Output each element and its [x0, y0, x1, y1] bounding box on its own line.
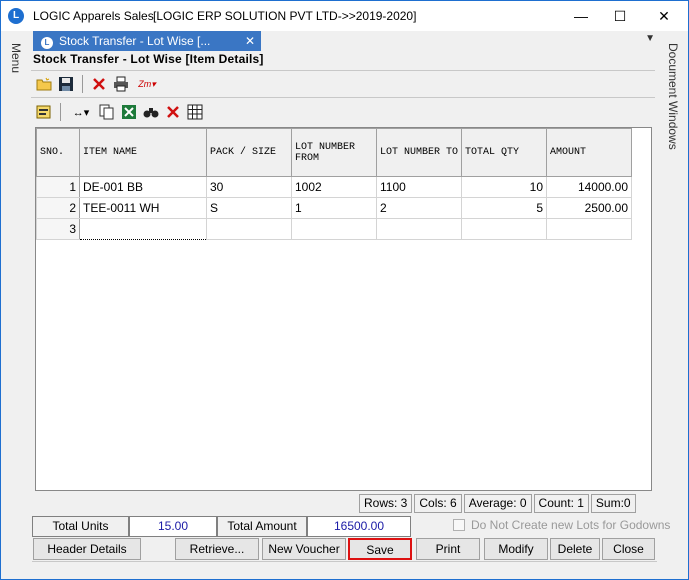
- document-windows-rail[interactable]: Document Windows: [660, 31, 688, 579]
- grid-layout-icon[interactable]: [186, 103, 204, 121]
- toolbar-separator: [60, 103, 61, 121]
- save-button[interactable]: Save: [348, 538, 412, 560]
- table-row[interactable]: 1 DE-001 BB 30 1002 1100 10 14000.00: [36, 176, 632, 198]
- cell-lot-from[interactable]: 1: [291, 197, 377, 219]
- tab-dropdown-icon[interactable]: ▼: [645, 33, 655, 44]
- column-header-total-qty[interactable]: TOTAL QTY: [461, 128, 547, 177]
- total-amount-label: Total Amount: [217, 516, 307, 537]
- company-subtitle: [LOGIC ERP SOLUTION PVT LTD->>2019-2020]: [153, 9, 417, 23]
- column-header-amount[interactable]: AMOUNT: [546, 128, 632, 177]
- tab-stock-transfer[interactable]: L Stock Transfer - Lot Wise [... ✕: [33, 31, 261, 51]
- properties-icon[interactable]: [35, 103, 53, 121]
- cell-lot-to[interactable]: [376, 218, 462, 240]
- cell-total-qty[interactable]: [461, 218, 547, 240]
- grid-status-bar: Rows: 3 Cols: 6 Average: 0 Count: 1 Sum:…: [359, 494, 638, 513]
- divider: [31, 97, 655, 98]
- print-button[interactable]: Print: [416, 538, 480, 560]
- item-details-grid[interactable]: SNO. ITEM NAME PACK / SIZE LOT NUMBER FR…: [35, 127, 652, 491]
- status-cols: Cols: 6: [414, 494, 462, 513]
- cell-amount[interactable]: 2500.00: [546, 197, 632, 219]
- status-count: Count: 1: [533, 494, 589, 513]
- toolbar-separator: [82, 75, 83, 93]
- total-amount-value: 16500.00: [307, 516, 411, 537]
- column-header-lot-from[interactable]: LOT NUMBER FROM: [291, 128, 377, 177]
- cell-lot-to[interactable]: 1100: [376, 176, 462, 198]
- toolbar-primary: Zm▾: [31, 71, 655, 97]
- app-title: LOGIC Apparels Sales: [33, 9, 154, 23]
- cell-sno: 3: [36, 218, 80, 240]
- toolbar-grid: ↔▾: [31, 99, 655, 125]
- logic-app-icon: L: [8, 8, 24, 24]
- new-folder-icon[interactable]: [35, 75, 53, 93]
- cell-total-qty[interactable]: 10: [461, 176, 547, 198]
- menu-rail[interactable]: Menu: [1, 31, 31, 579]
- column-header-pack-size[interactable]: PACK / SIZE: [206, 128, 292, 177]
- cancel-x-icon[interactable]: [90, 75, 108, 93]
- delete-button[interactable]: Delete: [550, 538, 600, 560]
- column-width-icon[interactable]: ↔▾: [68, 103, 94, 121]
- cell-lot-to[interactable]: 2: [376, 197, 462, 219]
- status-rows: Rows: 3: [359, 494, 413, 513]
- column-header-lot-to[interactable]: LOT NUMBER TO: [376, 128, 462, 177]
- cell-item-name-active[interactable]: [79, 218, 207, 240]
- binoculars-find-icon[interactable]: [142, 103, 160, 121]
- total-units-label: Total Units: [32, 516, 129, 537]
- cell-pack-size[interactable]: [206, 218, 292, 240]
- cell-amount[interactable]: 14000.00: [546, 176, 632, 198]
- maximize-button[interactable]: ☐: [605, 6, 635, 26]
- totals-row: Total Units 15.00 Total Amount 16500.00: [32, 516, 411, 537]
- no-new-lots-option[interactable]: Do Not Create new Lots for Godowns: [453, 518, 670, 532]
- table-row[interactable]: 2 TEE-0011 WH S 1 2 5 2500.00: [36, 197, 632, 219]
- cell-pack-size[interactable]: 30: [206, 176, 292, 198]
- tab-close-icon[interactable]: ✕: [245, 31, 255, 51]
- retrieve-button[interactable]: Retrieve...: [175, 538, 259, 560]
- status-sum: Sum:0: [590, 494, 636, 513]
- new-voucher-button[interactable]: New Voucher: [262, 538, 346, 560]
- status-average: Average: 0: [463, 494, 532, 513]
- printer-icon[interactable]: [112, 75, 130, 93]
- cell-pack-size[interactable]: S: [206, 197, 292, 219]
- tab-label: Stock Transfer - Lot Wise [...: [59, 34, 211, 48]
- column-header-sno[interactable]: SNO.: [36, 128, 80, 177]
- table-row[interactable]: 3: [36, 218, 632, 240]
- cell-lot-from[interactable]: [291, 218, 377, 240]
- cell-item-name[interactable]: DE-001 BB: [79, 176, 207, 198]
- item-table: SNO. ITEM NAME PACK / SIZE LOT NUMBER FR…: [36, 128, 632, 240]
- cell-sno: 1: [36, 176, 80, 198]
- delete-row-x-icon[interactable]: [164, 103, 182, 121]
- close-window-button[interactable]: ✕: [649, 6, 679, 26]
- close-button[interactable]: Close: [602, 538, 655, 560]
- zoom-dropdown-icon[interactable]: Zm▾: [134, 75, 160, 93]
- document-windows-label: Document Windows: [666, 43, 680, 150]
- cell-lot-from[interactable]: 1002: [291, 176, 377, 198]
- cell-total-qty[interactable]: 5: [461, 197, 547, 219]
- no-new-lots-label: Do Not Create new Lots for Godowns: [471, 518, 671, 532]
- cell-item-name[interactable]: TEE-0011 WH: [79, 197, 207, 219]
- copy-icon[interactable]: [98, 103, 116, 121]
- title-bar: L LOGIC Apparels Sales [LOGIC ERP SOLUTI…: [1, 1, 688, 31]
- cell-sno: 2: [36, 197, 80, 219]
- document-tabstrip: L Stock Transfer - Lot Wise [... ✕ ▼: [31, 31, 659, 51]
- no-new-lots-checkbox[interactable]: [453, 519, 465, 531]
- cell-amount[interactable]: [546, 218, 632, 240]
- app-window: L LOGIC Apparels Sales [LOGIC ERP SOLUTI…: [0, 0, 689, 580]
- bottom-status-strip: [32, 561, 657, 579]
- minimize-button[interactable]: —: [566, 6, 596, 26]
- logic-tab-icon: L: [41, 37, 53, 49]
- form-title: Stock Transfer - Lot Wise [Item Details]: [33, 52, 264, 66]
- column-header-item-name[interactable]: ITEM NAME: [79, 128, 207, 177]
- excel-export-icon[interactable]: [120, 103, 138, 121]
- menu-rail-label: Menu: [9, 43, 23, 74]
- total-units-value: 15.00: [129, 516, 217, 537]
- header-details-button[interactable]: Header Details: [33, 538, 141, 560]
- save-disk-icon[interactable]: [57, 75, 75, 93]
- modify-button[interactable]: Modify: [484, 538, 548, 560]
